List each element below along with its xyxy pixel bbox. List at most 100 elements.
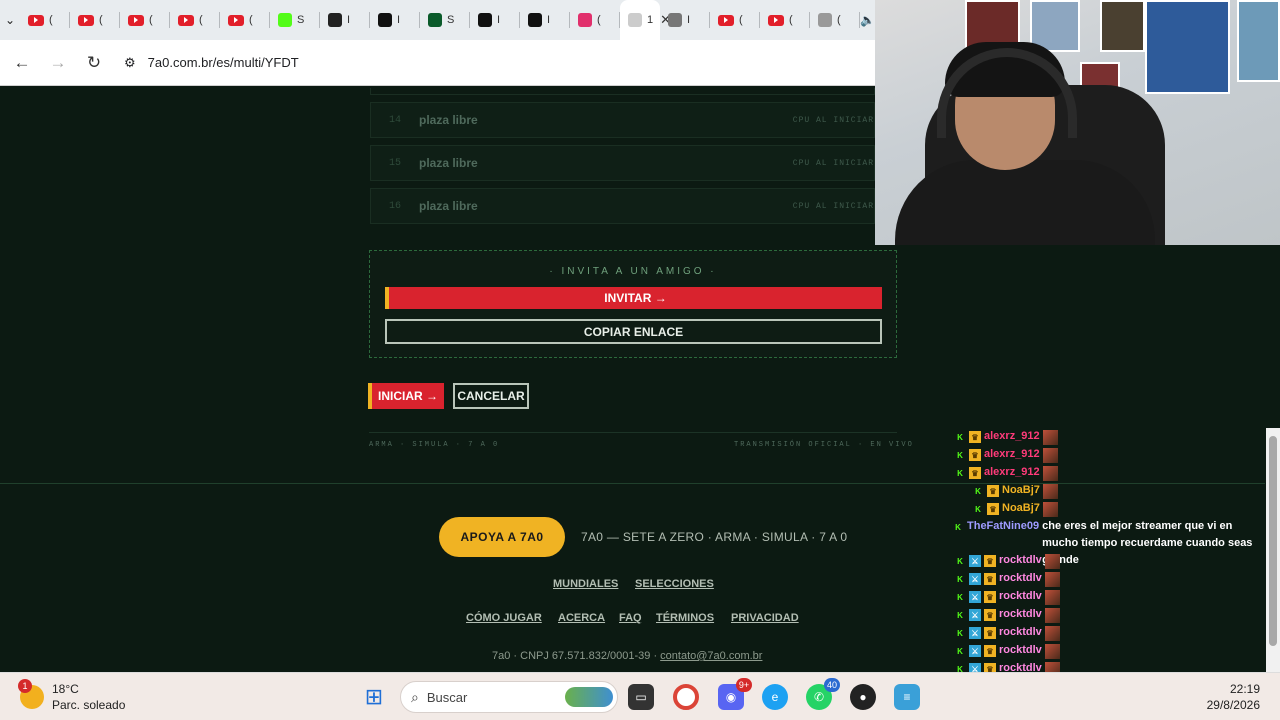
link-mundiales[interactable]: MUNDIALES: [553, 578, 618, 590]
chat-avatar-icon: [1042, 484, 1058, 499]
browser-tab[interactable]: I: [660, 0, 711, 40]
browser-tab[interactable]: S: [270, 0, 321, 40]
chat-message: K ♛ alexrz_912: [945, 446, 1267, 464]
reload-button[interactable]: ↻: [76, 53, 112, 73]
subscriber-badge-icon: ♛: [969, 467, 981, 479]
cancel-button[interactable]: CANCELAR: [453, 383, 529, 409]
moderator-badge-icon: ⚔: [969, 573, 981, 585]
slot-number: 15: [388, 157, 401, 169]
tab-label: (: [837, 14, 841, 26]
link-faq[interactable]: FAQ: [619, 612, 642, 624]
browser-tab[interactable]: I: [320, 0, 371, 40]
chat-username[interactable]: NoaBj7: [1002, 482, 1040, 499]
chat-username[interactable]: alexrz_912: [984, 428, 1040, 445]
browser-tab[interactable]: (: [170, 0, 221, 40]
task-view-icon[interactable]: ▭: [628, 684, 654, 710]
site-settings-icon[interactable]: ⚙: [124, 55, 136, 71]
chat-message: K ♛ alexrz_912: [945, 428, 1267, 446]
back-button[interactable]: ←: [4, 53, 40, 73]
chat-message: K ⚔ ♛ rocktdlv: [945, 642, 1267, 660]
chat-username[interactable]: NoaBj7: [1002, 500, 1040, 517]
chat-username[interactable]: TheFatNine09: [967, 518, 1039, 535]
search-placeholder: Buscar: [426, 689, 468, 705]
slot-status: CPU AL INICIAR: [792, 201, 874, 211]
browser-tab[interactable]: S: [420, 0, 471, 40]
kick-badge-icon: K: [972, 485, 984, 497]
discord-icon[interactable]: ◉ 9+: [718, 678, 752, 710]
chat-message-text: che eres el mejor streamer que vi en muc…: [1042, 520, 1253, 566]
speaker-icon: 🔈: [860, 13, 875, 27]
browser-tab[interactable]: (: [570, 0, 621, 40]
start-button[interactable]: INICIAR →: [368, 383, 444, 409]
obs-icon[interactable]: ●: [850, 684, 876, 710]
whatsapp-badge: 40: [824, 678, 840, 692]
subscriber-badge-icon: ♛: [984, 591, 996, 603]
forward-button[interactable]: →: [40, 53, 76, 73]
scrollbar-thumb[interactable]: [1269, 436, 1277, 646]
chat-username[interactable]: rocktdlv: [999, 606, 1042, 623]
kick-badge-icon: K: [954, 645, 966, 657]
kick-badge-icon: K: [972, 503, 984, 515]
chat-message: K ♛ NoaBj7: [945, 500, 1267, 518]
chat-username[interactable]: alexrz_912: [984, 446, 1040, 463]
chat-message: K TheFatNine09 che eres el mejor streamer …: [945, 518, 1267, 566]
browser-tab[interactable]: (: [70, 0, 121, 40]
browser-tab[interactable]: (: [710, 0, 761, 40]
browser-tab[interactable]: (: [220, 0, 271, 40]
weather-condition: Parc. soleado: [52, 698, 126, 712]
chat-avatar-icon: [1044, 590, 1060, 605]
support-button[interactable]: APOYA A 7A0: [439, 517, 565, 557]
audio-icon: [818, 13, 833, 27]
lobby-slot: 16 plaza libre CPU AL INICIAR: [370, 188, 875, 224]
tab-list: (((((S I I S I I (1 ✕ I (((: [20, 0, 861, 40]
invite-title: · INVITA A UN AMIGO ·: [549, 266, 717, 277]
whatsapp-icon[interactable]: ✆ 40: [806, 678, 840, 710]
link-terminos[interactable]: TÉRMINOS: [656, 612, 714, 624]
browser-tab[interactable]: (: [760, 0, 811, 40]
chrome-icon[interactable]: [673, 684, 699, 710]
chat-username[interactable]: rocktdlv: [999, 552, 1042, 569]
copy-link-button[interactable]: COPIAR ENLACE: [385, 319, 882, 344]
chat-username[interactable]: rocktdlv: [999, 588, 1042, 605]
browser-tab[interactable]: (: [120, 0, 171, 40]
youtube-icon: [178, 14, 195, 26]
tab-search-dropdown[interactable]: ⌄: [0, 0, 20, 40]
contact-email-link[interactable]: contato@7a0.com.br: [660, 650, 762, 662]
browser-tab[interactable]: 1 ✕: [620, 0, 671, 40]
browser-tab[interactable]: (: [810, 0, 861, 40]
link-selecciones[interactable]: SELECCIONES: [635, 578, 714, 590]
slot-status: CPU AL INICIAR: [792, 158, 874, 168]
chat-username[interactable]: rocktdlv: [999, 624, 1042, 641]
weather-widget[interactable]: 1 18°C Parc. soleado: [18, 679, 126, 713]
invite-button[interactable]: INVITAR →: [385, 287, 882, 309]
tagline-left: ARMA · SIMULA · 7 A 0: [369, 441, 500, 449]
link-acerca[interactable]: ACERCA: [558, 612, 605, 624]
browser-tab[interactable]: I: [470, 0, 521, 40]
link-privacidad[interactable]: PRIVACIDAD: [731, 612, 799, 624]
browser-tab[interactable]: I: [370, 0, 421, 40]
chat-avatar-icon: [1044, 608, 1060, 623]
chat-message: K ⚔ ♛ rocktdlv: [945, 570, 1267, 588]
system-clock[interactable]: 22:19 29/8/2026: [1207, 681, 1260, 713]
tab-label: 1: [647, 14, 654, 26]
chat-message: K ⚔ ♛ rocktdlv: [945, 624, 1267, 642]
chat-username[interactable]: alexrz_912: [984, 464, 1040, 481]
browser-tab[interactable]: I: [520, 0, 571, 40]
link-como-jugar[interactable]: CÓMO JUGAR: [466, 612, 542, 624]
wall-poster: [1145, 0, 1230, 94]
edge-icon[interactable]: e: [762, 684, 788, 710]
omnibox[interactable]: ⚙ 7a0.com.br/es/multi/YFDT: [124, 55, 299, 71]
chat-username[interactable]: rocktdlv: [999, 570, 1042, 587]
chat-overlay: K ♛ alexrz_912 K ♛ alexrz_912 K ♛ alexrz_912 K ♛ No…: [945, 428, 1267, 674]
chat-avatar-icon: [1042, 448, 1058, 463]
chat-avatar-icon: [1042, 466, 1058, 481]
legal-text: 7a0 · CNPJ 67.571.832/0001-39 ·: [492, 650, 661, 662]
scrollbar[interactable]: [1266, 428, 1280, 672]
chat-username[interactable]: rocktdlv: [999, 642, 1042, 659]
taskbar-search[interactable]: ⌕ Buscar: [400, 681, 618, 713]
moderator-badge-icon: ⚔: [969, 627, 981, 639]
browser-tab[interactable]: (: [20, 0, 71, 40]
notepad-icon[interactable]: ≡: [894, 684, 920, 710]
lobby-slot: 14 plaza libre CPU AL INICIAR: [370, 102, 875, 138]
windows-start-icon[interactable]: ⊞: [361, 684, 387, 710]
